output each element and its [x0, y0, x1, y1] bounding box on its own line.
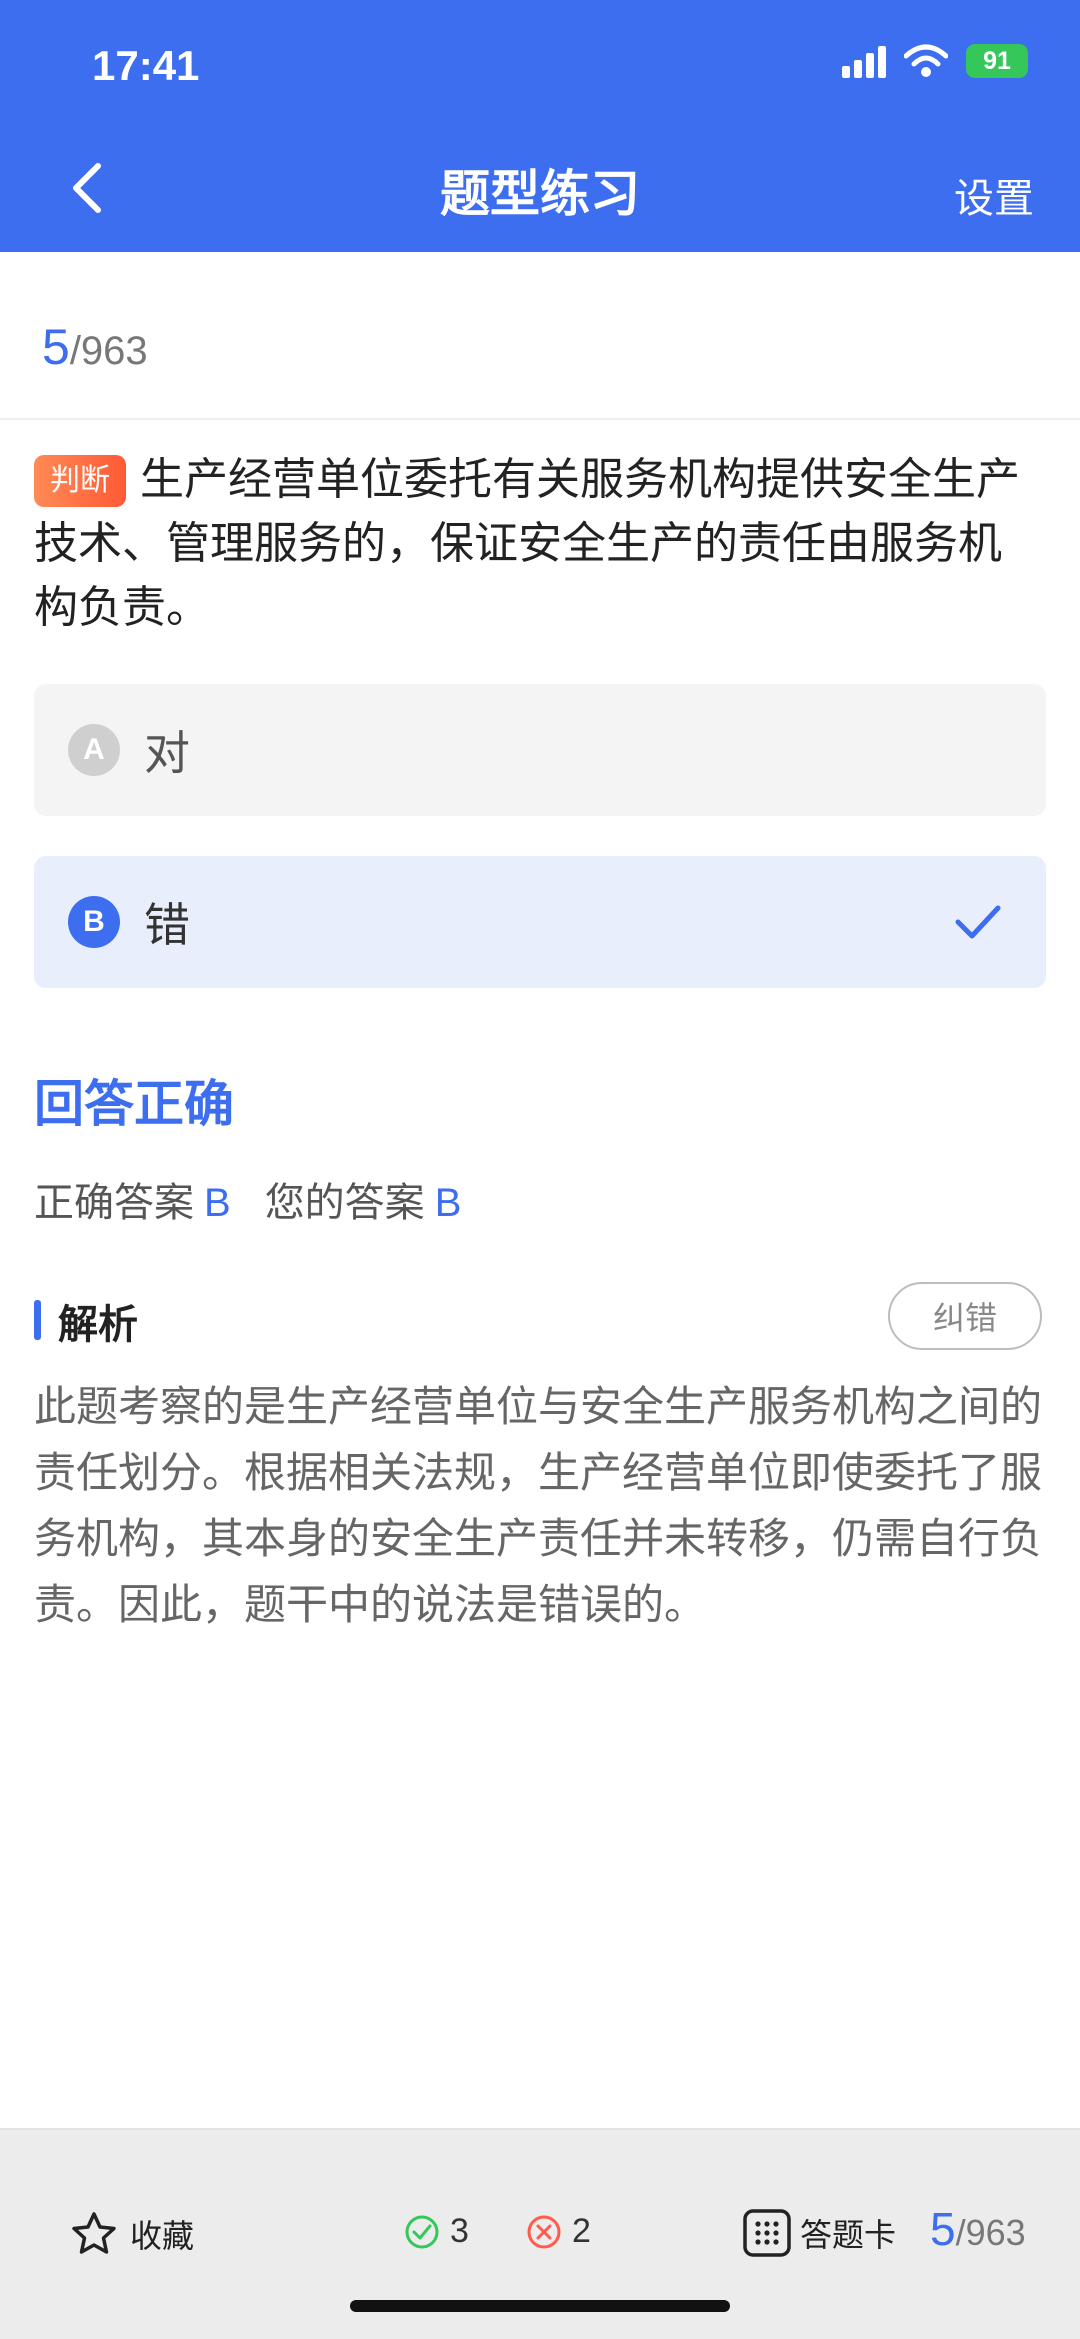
header: 17:41 91 题型练习 设置	[0, 0, 1080, 252]
status-time: 17:41	[92, 42, 200, 89]
answer-summary: 正确答案 B 您的答案 B	[34, 1170, 461, 1228]
settings-button[interactable]: 设置	[954, 166, 1034, 224]
star-icon	[72, 2212, 116, 2254]
battery-icon: 91	[966, 44, 1028, 78]
check-circle-icon	[405, 2215, 439, 2248]
grid-icon	[743, 2209, 791, 2257]
option-b-text: 错	[144, 898, 190, 952]
question-progress: 5/963	[42, 318, 148, 376]
question-text-block: 判断 生产经营单位委托有关服务机构提供安全生产技术、管理服务的，保证安全生产的责任…	[34, 448, 1044, 640]
answer-card-button[interactable]: 答题卡	[742, 2208, 896, 2258]
option-b[interactable]: B 错	[34, 856, 1046, 988]
bottom-progress-current: 5	[930, 2203, 956, 2255]
favorite-label: 收藏	[130, 2217, 195, 2255]
progress-total: /963	[69, 329, 148, 373]
right-count: 3	[404, 2212, 469, 2251]
option-a-letter: A	[68, 724, 120, 776]
home-indicator[interactable]	[350, 2300, 730, 2312]
correct-answer-label: 正确答案	[34, 1180, 194, 1226]
analysis-marker	[34, 1300, 41, 1340]
question-type-tag: 判断	[34, 455, 126, 507]
analysis-title: 解析	[58, 1302, 138, 1348]
right-count-value: 3	[450, 2212, 469, 2250]
option-b-letter: B	[68, 896, 120, 948]
wifi-icon	[904, 44, 948, 77]
divider	[0, 418, 1080, 420]
your-answer-label: 您的答案	[264, 1180, 425, 1226]
answer-card-label: 答题卡	[800, 2216, 897, 2254]
option-a[interactable]: A 对	[34, 684, 1046, 816]
progress-current: 5	[42, 319, 70, 375]
correct-answer-value: B	[204, 1181, 231, 1225]
wrong-count: 2	[526, 2212, 591, 2251]
status-icons: 91	[842, 44, 1028, 78]
report-error-button[interactable]: 纠错	[888, 1282, 1042, 1350]
cross-circle-icon	[527, 2215, 561, 2248]
signal-icon	[842, 44, 886, 78]
check-icon	[955, 905, 1001, 939]
your-answer-value: B	[434, 1181, 462, 1225]
page-title: 题型练习	[440, 165, 640, 223]
result-title: 回答正确	[34, 1075, 234, 1133]
favorite-button[interactable]: 收藏	[70, 2210, 194, 2258]
bottom-progress: 5/963	[930, 2202, 1026, 2256]
wrong-count-value: 2	[572, 2212, 591, 2250]
bottom-progress-total: /963	[955, 2212, 1026, 2253]
question-text: 生产经营单位委托有关服务机构提供安全生产技术、管理服务的，保证安全生产的责任由服…	[34, 454, 1020, 633]
option-a-text: 对	[144, 726, 190, 780]
analysis-text: 此题考察的是生产经营单位与安全生产服务机构之间的责任划分。根据相关法规，生产经营…	[34, 1382, 1043, 1629]
